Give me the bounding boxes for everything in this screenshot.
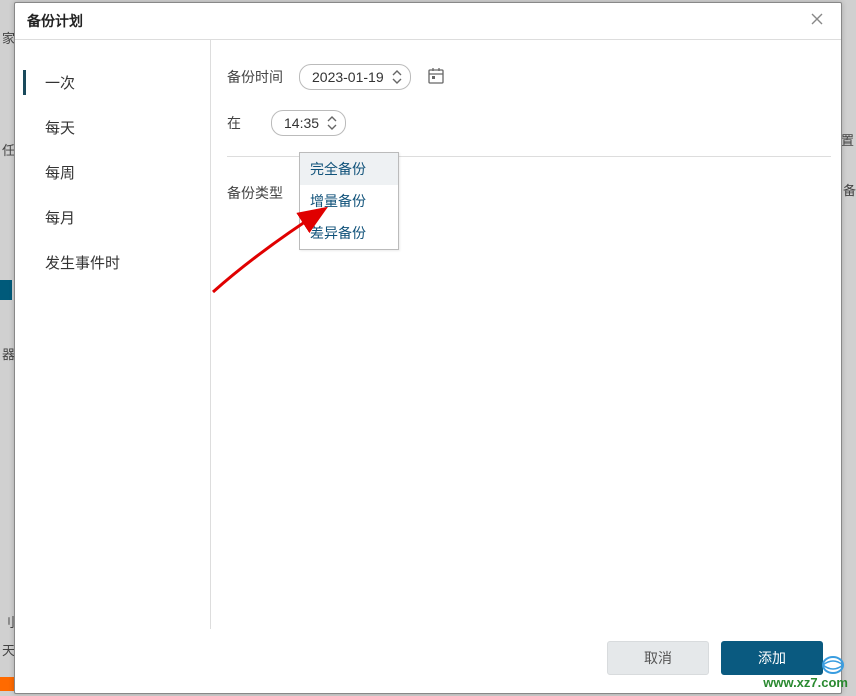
content-panel: 备份时间 2023-01-19 在 14:35 <box>211 40 841 629</box>
bg-char: 置 <box>841 130 854 149</box>
backup-time-input[interactable]: 14:35 <box>271 110 346 136</box>
backup-type-label: 备份类型 <box>227 183 299 203</box>
chevron-down-icon <box>392 77 402 84</box>
dialog-footer: 取消 添加 <box>15 629 841 693</box>
dialog-body: 一次 每天 每周 每月 发生事件时 备份时间 2023-01-19 <box>15 40 841 629</box>
bg-stripe <box>0 280 12 300</box>
sidebar-item-daily[interactable]: 每天 <box>15 105 210 150</box>
chevron-up-icon <box>327 116 337 123</box>
chevron-up-icon <box>392 70 402 77</box>
backup-time-label: 备份时间 <box>227 67 299 87</box>
chevron-down-icon <box>327 123 337 130</box>
at-label: 在 <box>227 113 263 133</box>
sidebar-item-monthly[interactable]: 每月 <box>15 195 210 240</box>
close-icon <box>810 12 824 26</box>
dialog-header: 备份计划 <box>15 3 841 40</box>
backup-type-dropdown: 完全备份 增量备份 差异备份 <box>299 152 399 250</box>
calendar-icon <box>427 67 445 85</box>
sidebar: 一次 每天 每周 每月 发生事件时 <box>15 40 211 629</box>
sidebar-item-on-event[interactable]: 发生事件时 <box>15 240 210 285</box>
cancel-button[interactable]: 取消 <box>607 641 709 675</box>
sidebar-item-once[interactable]: 一次 <box>15 60 210 105</box>
backup-date-value: 2023-01-19 <box>312 69 392 85</box>
sidebar-item-weekly[interactable]: 每周 <box>15 150 210 195</box>
dropdown-option-full[interactable]: 完全备份 <box>300 153 398 185</box>
backup-time-row: 备份时间 2023-01-19 <box>227 64 831 90</box>
backup-plan-dialog: 备份计划 一次 每天 每周 每月 发生事件时 备份时间 2023-01-19 <box>14 2 842 694</box>
dropdown-option-incremental[interactable]: 增量备份 <box>300 185 398 217</box>
date-spinner-arrows[interactable] <box>392 70 406 84</box>
add-button[interactable]: 添加 <box>721 641 823 675</box>
dialog-title: 备份计划 <box>27 11 83 31</box>
close-button[interactable] <box>807 11 827 31</box>
backup-time-value: 14:35 <box>284 115 327 131</box>
backup-date-input[interactable]: 2023-01-19 <box>299 64 411 90</box>
time-spinner-arrows[interactable] <box>327 116 341 130</box>
backup-at-row: 在 14:35 <box>227 110 831 136</box>
dropdown-option-differential[interactable]: 差异备份 <box>300 217 398 249</box>
calendar-button[interactable] <box>427 67 445 88</box>
